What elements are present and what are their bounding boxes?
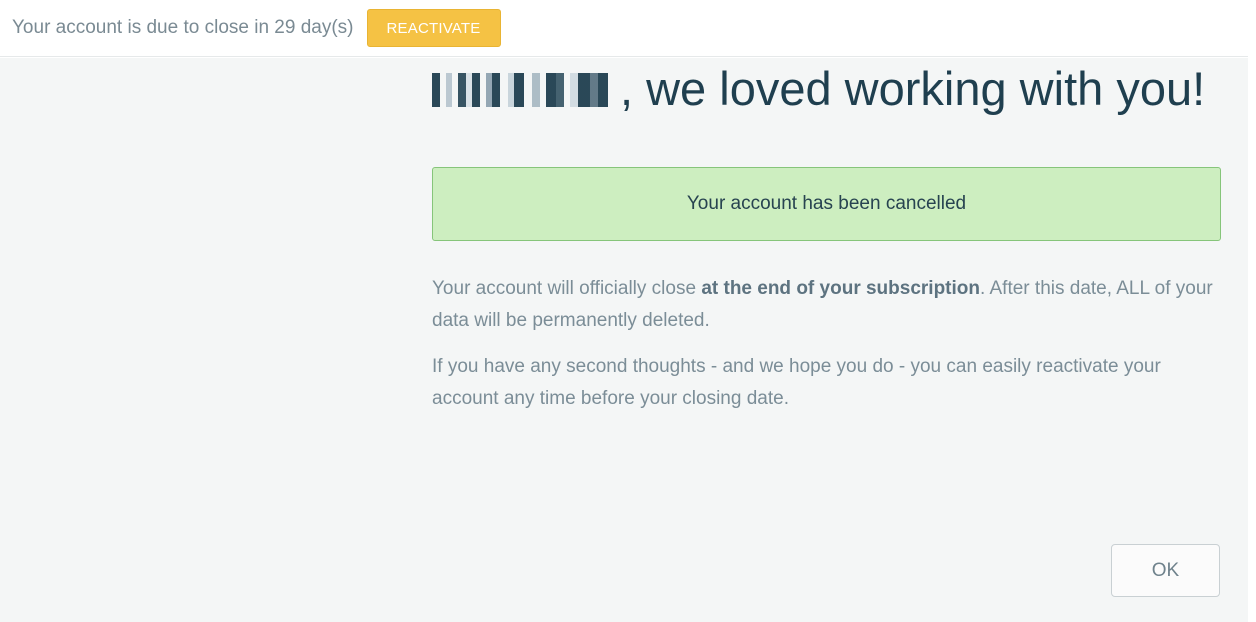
cancelled-alert-text: Your account has been cancelled <box>686 193 967 214</box>
page-title-text: , we loved working with you! <box>620 62 1206 115</box>
page-edge <box>1248 0 1256 622</box>
closure-notice-text: Your account is due to close in 29 day(s… <box>12 17 354 38</box>
reactivate-button[interactable]: REACTIVATE <box>366 9 501 47</box>
ok-button[interactable]: OK <box>1111 544 1220 597</box>
reactivate-info-paragraph: If you have any second thoughts - and we… <box>432 356 1161 409</box>
closure-info-bold: at the end of your subscription <box>701 278 980 299</box>
cancellation-content: , we loved working with you! Your accoun… <box>432 60 1222 415</box>
closure-info-paragraph: Your account will officially close at th… <box>432 273 1222 337</box>
closure-notice-bar: Your account is due to close in 29 day(s… <box>0 0 1256 57</box>
page-title: , we loved working with you! <box>432 60 1222 117</box>
cancelled-alert: Your account has been cancelled <box>432 167 1221 241</box>
closure-info-text-1: Your account will officially close <box>432 278 702 299</box>
redacted-user-name <box>432 73 620 107</box>
